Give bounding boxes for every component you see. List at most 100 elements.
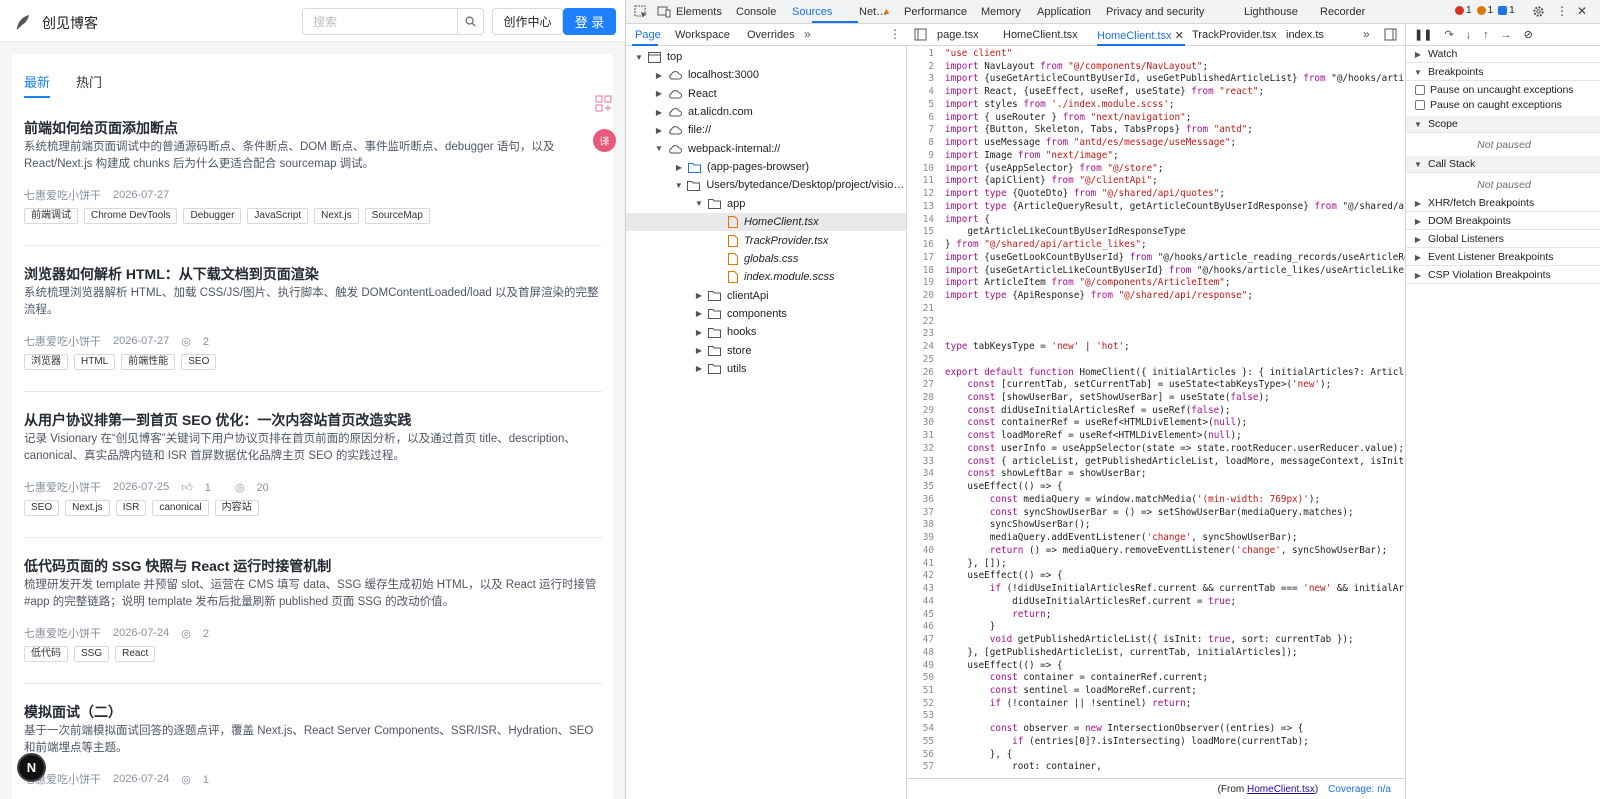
step-out-icon[interactable]: ↑: [1483, 29, 1489, 41]
step-into-icon[interactable]: ↓: [1466, 29, 1472, 41]
tree-folder[interactable]: ▶ utils: [626, 360, 906, 378]
line-number[interactable]: 8: [907, 137, 945, 150]
article-author[interactable]: 七惠爱吃小饼干: [24, 187, 101, 203]
line-number[interactable]: 37: [907, 507, 945, 520]
line-number[interactable]: 48: [907, 647, 945, 660]
more-options-icon[interactable]: ⋮: [1556, 4, 1568, 18]
line-number[interactable]: 7: [907, 124, 945, 137]
deactivate-breakpoints-icon[interactable]: ⊘: [1524, 28, 1533, 41]
line-number[interactable]: 57: [907, 761, 945, 774]
line-number[interactable]: 25: [907, 354, 945, 367]
code-line[interactable]: 1 "use client": [907, 48, 1405, 61]
article-title[interactable]: 低代码页面的 SSG 快照与 React 运行时接管机制: [24, 556, 331, 576]
code-line[interactable]: 4 import React, {useEffect, useRef, useSt…: [907, 86, 1405, 99]
code-line[interactable]: 23: [907, 328, 1405, 341]
article-tag[interactable]: SEO: [24, 500, 60, 516]
editor-tab[interactable]: HomeClient.tsx: [1003, 29, 1078, 41]
code-line[interactable]: 30 const containerRef = useRef<HTMLDivEl…: [907, 417, 1405, 430]
code-line[interactable]: 14 import {: [907, 214, 1405, 227]
tree-folder[interactable]: ▶ React: [626, 85, 906, 103]
editor-tab[interactable]: index.ts: [1286, 29, 1324, 41]
devtools-tab-privacy-and-security[interactable]: Privacy and security: [1106, 6, 1204, 18]
code-line[interactable]: 44 didUseInitialArticlesRef.current = tr…: [907, 596, 1405, 609]
more-tabs-icon[interactable]: »: [804, 27, 811, 41]
article-title[interactable]: 模拟面试（二）: [24, 702, 122, 722]
line-number[interactable]: 12: [907, 188, 945, 201]
code-line[interactable]: 3 import {useGetArticleCountByUserId, use…: [907, 73, 1405, 86]
line-number[interactable]: 39: [907, 532, 945, 545]
line-number[interactable]: 47: [907, 634, 945, 647]
article-tag[interactable]: Next.js: [314, 208, 359, 224]
line-number[interactable]: 38: [907, 519, 945, 532]
tab-latest[interactable]: 最新: [24, 72, 50, 91]
article-tag[interactable]: 前端性能: [121, 354, 176, 370]
devtools-tab-console[interactable]: Console: [736, 6, 776, 18]
article-author[interactable]: 七惠爱吃小饼干: [24, 625, 101, 641]
step-over-icon[interactable]: ↷: [1444, 28, 1453, 41]
code-line[interactable]: 5 import styles from './index.module.scss…: [907, 99, 1405, 112]
nextjs-devtools-badge[interactable]: N: [17, 753, 46, 782]
brand-name[interactable]: 创见博客: [42, 13, 98, 33]
line-number[interactable]: 53: [907, 710, 945, 723]
code-line[interactable]: 12 import type {QuoteDto} from "@/shared/…: [907, 188, 1405, 201]
tree-folder[interactable]: ▼ webpack-internal://: [626, 140, 906, 158]
tree-folder[interactable]: ▶ (app-pages-browser): [626, 158, 906, 176]
login-button[interactable]: 登 录: [563, 8, 616, 35]
settings-gear-icon[interactable]: [1532, 5, 1545, 18]
line-number[interactable]: 45: [907, 609, 945, 622]
breakpoints-section[interactable]: ▼ Breakpoints: [1406, 64, 1600, 81]
line-number[interactable]: 18: [907, 265, 945, 278]
code-line[interactable]: 26 export default function HomeClient({ i…: [907, 367, 1405, 380]
line-number[interactable]: 3: [907, 73, 945, 86]
editor-tab[interactable]: HomeClient.tsx ✕: [1097, 29, 1184, 42]
create-center-button[interactable]: 创作中心: [492, 8, 563, 35]
source-file-link[interactable]: HomeClient.tsx: [1247, 784, 1315, 795]
call-stack-section[interactable]: ▼ Call Stack: [1406, 156, 1600, 173]
tree-folder[interactable]: ▶ at.alicdn.com: [626, 103, 906, 121]
line-number[interactable]: 14: [907, 214, 945, 227]
line-number[interactable]: 51: [907, 685, 945, 698]
navigator-menu-icon[interactable]: ⋮: [889, 27, 901, 41]
tree-folder[interactable]: ▶ store: [626, 342, 906, 360]
line-number[interactable]: 11: [907, 175, 945, 188]
article-tag[interactable]: SSG: [74, 646, 110, 662]
line-number[interactable]: 17: [907, 252, 945, 265]
line-number[interactable]: 54: [907, 723, 945, 736]
code-line[interactable]: 56 }, {: [907, 749, 1405, 762]
code-line[interactable]: 18 import {useGetArticleLikeCountByUserId…: [907, 265, 1405, 278]
code-line[interactable]: 32 const userInfo = useAppSelector(state…: [907, 443, 1405, 456]
line-number[interactable]: 24: [907, 341, 945, 354]
devtools-tab-sources[interactable]: Sources: [792, 6, 832, 18]
tab-page[interactable]: Page: [635, 29, 661, 41]
line-number[interactable]: 52: [907, 698, 945, 711]
toggle-debugger-icon[interactable]: [1384, 28, 1397, 41]
debug-section-global-listeners[interactable]: ▶ Global Listeners: [1406, 231, 1600, 248]
search-input[interactable]: [303, 9, 458, 34]
line-number[interactable]: 43: [907, 583, 945, 596]
code-line[interactable]: 52 if (!container || !sentinel) return;: [907, 698, 1405, 711]
code-line[interactable]: 45 return;: [907, 609, 1405, 622]
code-line[interactable]: 51 const sentinel = loadMoreRef.current;: [907, 685, 1405, 698]
line-number[interactable]: 49: [907, 660, 945, 673]
debug-section-csp-violation-breakpoints[interactable]: ▶ CSP Violation Breakpoints: [1406, 267, 1600, 284]
code-line[interactable]: 41 }, []);: [907, 558, 1405, 571]
code-line[interactable]: 33 const { articleList, getPublishedArti…: [907, 456, 1405, 469]
tab-workspace[interactable]: Workspace: [675, 29, 730, 41]
code-line[interactable]: 53: [907, 710, 1405, 723]
line-number[interactable]: 22: [907, 316, 945, 329]
code-line[interactable]: 36 const mediaQuery = window.matchMedia(…: [907, 494, 1405, 507]
article-tag[interactable]: Debugger: [183, 208, 242, 224]
line-number[interactable]: 16: [907, 239, 945, 252]
tab-overrides[interactable]: Overrides: [747, 29, 795, 41]
line-number[interactable]: 34: [907, 468, 945, 481]
line-number[interactable]: 36: [907, 494, 945, 507]
tree-folder[interactable]: ▼ top: [626, 48, 906, 66]
article-tag[interactable]: 内容站: [214, 500, 259, 516]
watch-section[interactable]: ▶ Watch: [1406, 46, 1600, 63]
code-line[interactable]: 24 type tabKeysType = 'new' | 'hot';: [907, 341, 1405, 354]
grid-add-icon[interactable]: [594, 94, 614, 114]
devtools-tab-elements[interactable]: Elements: [676, 6, 722, 18]
line-number[interactable]: 40: [907, 545, 945, 558]
line-number[interactable]: 1: [907, 48, 945, 61]
code-line[interactable]: 15 getArticleLikeCountByUserIdResponseTy…: [907, 226, 1405, 239]
